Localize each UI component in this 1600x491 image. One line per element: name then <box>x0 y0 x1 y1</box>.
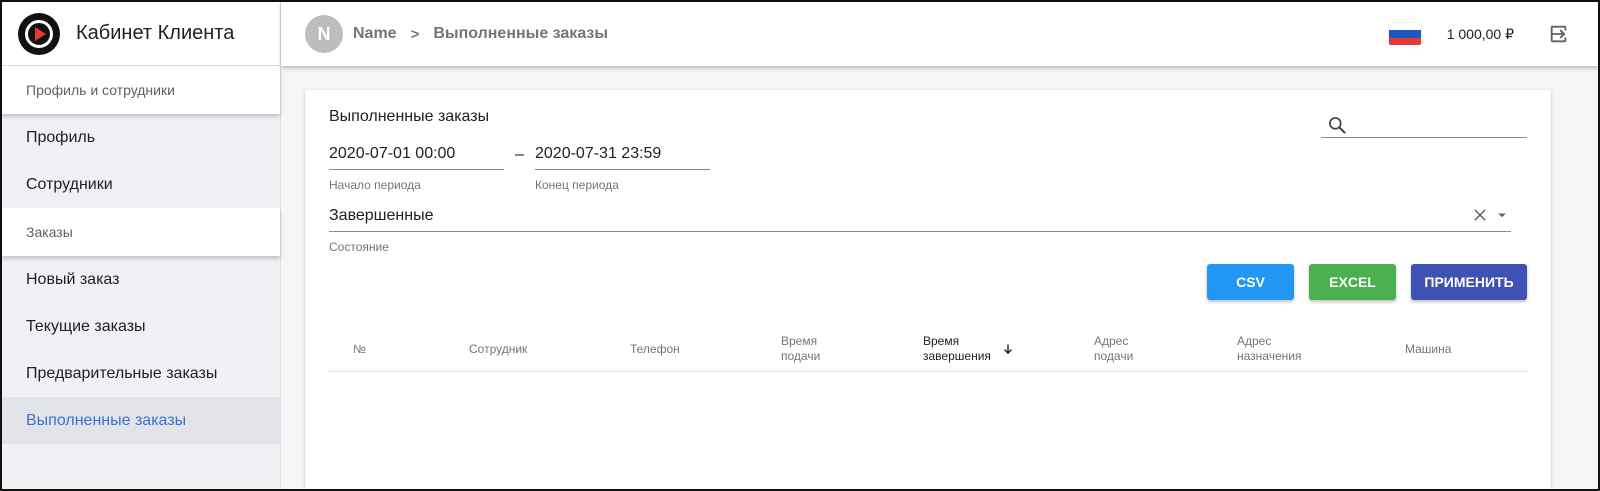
search-field[interactable] <box>1321 112 1527 138</box>
clear-icon[interactable] <box>1471 206 1489 224</box>
period-start-label: Начало периода <box>329 178 421 192</box>
column-phone[interactable]: Телефон <box>630 326 730 372</box>
period-start-field[interactable]: 2020-07-01 00:00 Начало периода <box>329 142 504 192</box>
period-dash: – <box>515 146 524 163</box>
period-end-field[interactable]: 2020-07-31 23:59 Конец периода <box>535 142 710 192</box>
card-title: Выполненные заказы <box>329 108 490 125</box>
russia-flag-icon[interactable] <box>1388 23 1421 45</box>
search-icon <box>1329 116 1346 133</box>
top-bar: N Name > Выполненные заказы 1 000,00 ₽ <box>281 2 1598 66</box>
column-car[interactable]: Машина <box>1405 326 1505 372</box>
apply-button[interactable]: ПРИМЕНИТЬ <box>1411 264 1527 300</box>
csv-button[interactable]: CSV <box>1207 264 1294 300</box>
sidebar-section-orders: Заказы <box>2 208 280 256</box>
avatar[interactable]: N <box>305 15 343 53</box>
column-destination-address[interactable]: Адрес назначения <box>1237 326 1317 372</box>
brand-header: Кабинет Клиента <box>2 2 280 66</box>
sidebar-item-preliminary-orders[interactable]: Предварительные заказы <box>2 350 280 397</box>
column-pickup-time[interactable]: Время подачи <box>781 326 851 372</box>
orders-card: Выполненные заказы 2020-07-01 00:00 Нача… <box>305 90 1551 489</box>
sidebar-item-current-orders[interactable]: Текущие заказы <box>2 303 280 350</box>
breadcrumb-page: Выполненные заказы <box>433 25 609 42</box>
breadcrumb-separator: > <box>410 25 420 43</box>
period-end-input[interactable]: 2020-07-31 23:59 <box>535 142 710 170</box>
sidebar: Кабинет Клиента Профиль и сотрудники Про… <box>2 2 281 489</box>
main-area: Выполненные заказы 2020-07-01 00:00 Нача… <box>281 66 1598 489</box>
logout-icon[interactable] <box>1548 23 1570 45</box>
search-input[interactable] <box>1353 116 1523 133</box>
sidebar-section-profile: Профиль и сотрудники <box>2 66 280 114</box>
period-end-label: Конец периода <box>535 178 619 192</box>
state-value: Завершенные <box>329 207 434 224</box>
period-start-input[interactable]: 2020-07-01 00:00 <box>329 142 504 170</box>
sort-arrow-down-icon <box>1004 344 1012 355</box>
sidebar-item-completed-orders[interactable]: Выполненные заказы <box>2 397 280 444</box>
sidebar-item-new-order[interactable]: Новый заказ <box>2 256 280 303</box>
breadcrumb-user[interactable]: Name <box>353 25 397 43</box>
state-select[interactable]: Завершенные Состояние <box>329 204 1511 254</box>
column-completion-time[interactable]: Время завершения <box>923 326 1033 372</box>
column-number[interactable]: № <box>353 326 433 372</box>
brand-title: Кабинет Клиента <box>76 22 235 44</box>
orders-table-header: № Сотрудник Телефон Время подачи Время з… <box>329 326 1527 372</box>
sidebar-item-profile[interactable]: Профиль <box>2 114 280 161</box>
excel-button[interactable]: EXCEL <box>1309 264 1396 300</box>
column-employee[interactable]: Сотрудник <box>469 326 599 372</box>
chevron-down-icon[interactable] <box>1493 206 1511 224</box>
logo-icon <box>18 12 60 55</box>
column-pickup-address[interactable]: Адрес подачи <box>1094 326 1154 372</box>
sidebar-item-employees[interactable]: Сотрудники <box>2 161 280 208</box>
balance: 1 000,00 ₽ <box>1446 25 1514 42</box>
state-label: Состояние <box>329 240 389 254</box>
